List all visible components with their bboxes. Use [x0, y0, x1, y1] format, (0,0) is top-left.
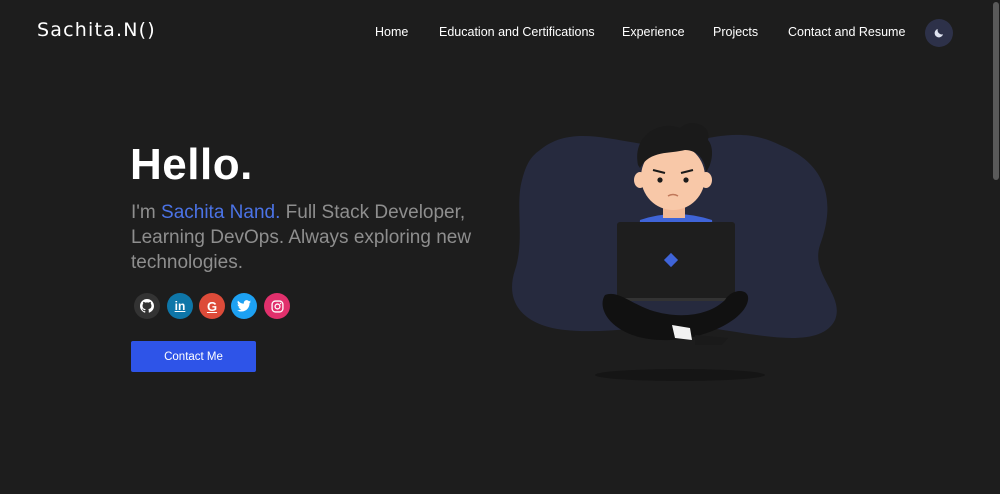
page: Sachita.N() Home Education and Certifica… — [0, 0, 1000, 494]
instagram-link[interactable] — [264, 293, 290, 319]
hero-title: Hello. — [130, 140, 253, 189]
nav-contact-resume[interactable]: Contact and Resume — [788, 25, 905, 39]
scrollbar[interactable] — [992, 0, 1000, 494]
linkedin-icon: in — [174, 299, 186, 313]
floor-shadow — [595, 369, 765, 381]
foot-right — [695, 335, 728, 345]
twitter-link[interactable] — [231, 293, 257, 319]
google-icon: G — [206, 298, 218, 314]
contact-me-button[interactable]: Contact Me — [131, 341, 256, 372]
github-icon — [140, 299, 154, 313]
twitter-icon — [237, 300, 251, 312]
instagram-icon — [270, 299, 284, 313]
laptop-base — [612, 298, 738, 301]
main-nav: Home Education and Certifications Experi… — [0, 25, 1000, 43]
nav-education[interactable]: Education and Certifications — [439, 25, 595, 39]
google-link[interactable]: G — [199, 293, 225, 319]
github-link[interactable] — [134, 293, 160, 319]
nav-home[interactable]: Home — [375, 25, 408, 39]
eye-right — [683, 177, 689, 183]
linkedin-link[interactable]: in — [167, 293, 193, 319]
scrollbar-thumb[interactable] — [993, 2, 999, 180]
moon-icon — [934, 29, 943, 38]
theme-toggle-button[interactable] — [925, 19, 953, 47]
eye-left — [657, 177, 663, 183]
nav-experience[interactable]: Experience — [622, 25, 685, 39]
hero-subtitle: I'm Sachita Nand. Full Stack Developer, … — [131, 200, 491, 275]
developer-illustration — [512, 123, 837, 381]
ear-right — [700, 172, 712, 188]
ear-left — [634, 172, 646, 188]
hero-name: Sachita Nand. — [161, 202, 281, 223]
nav-projects[interactable]: Projects — [713, 25, 758, 39]
intro-prefix: I'm — [131, 202, 162, 223]
